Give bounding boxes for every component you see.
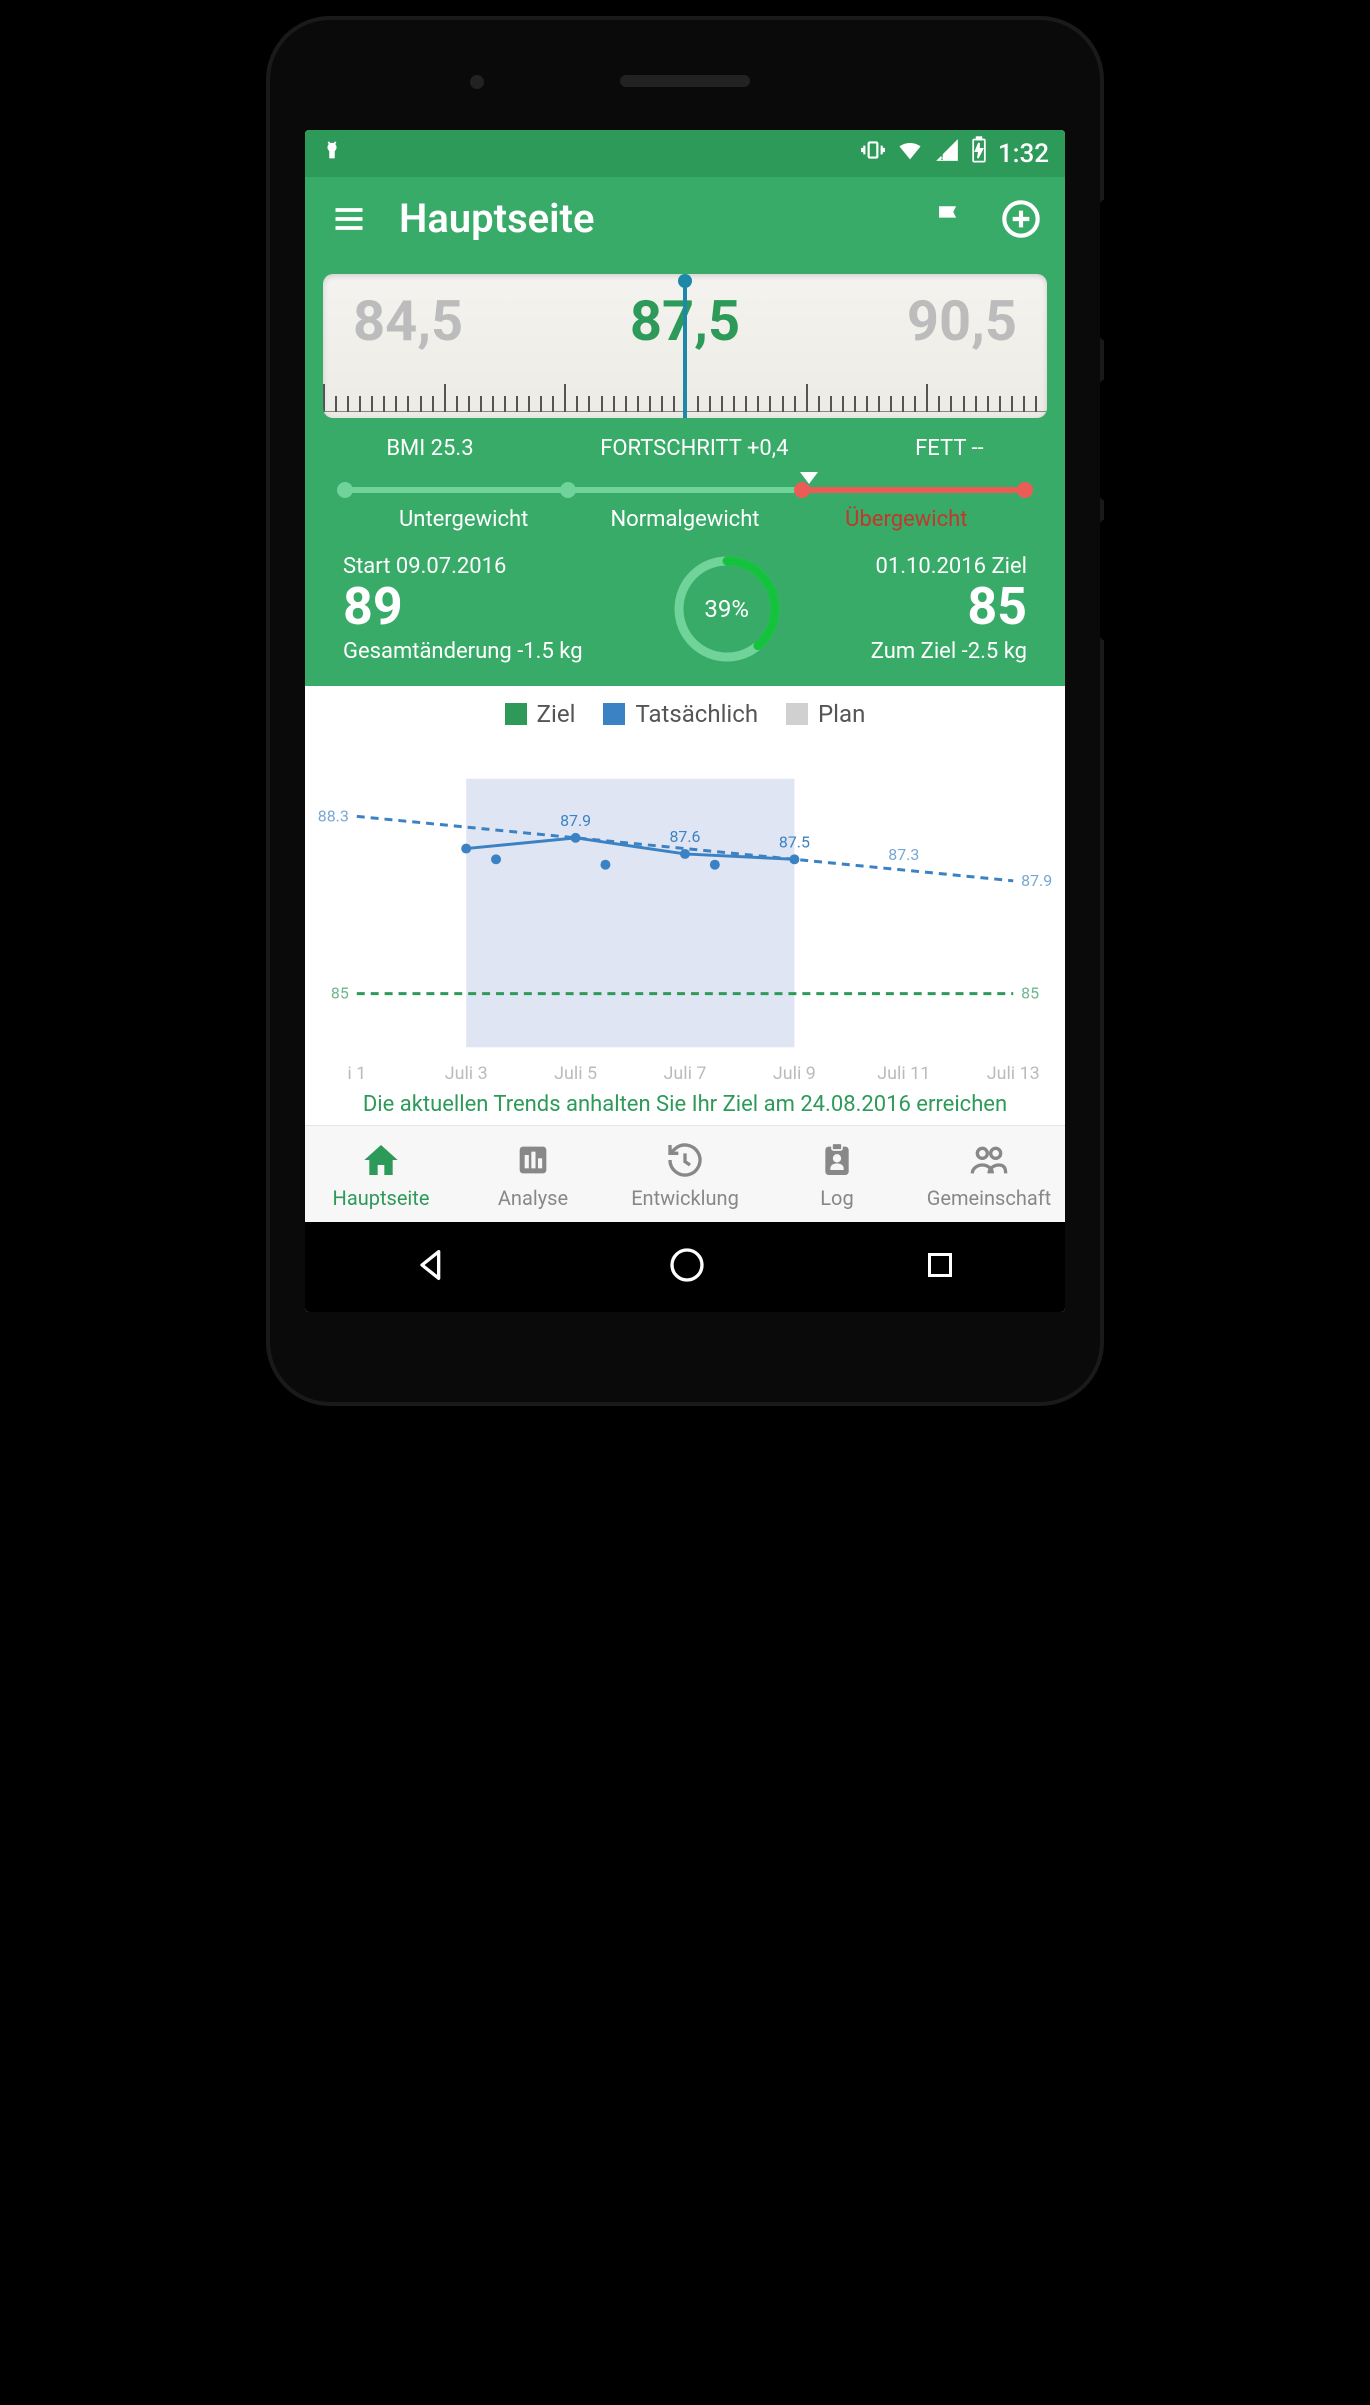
front-camera (470, 75, 484, 89)
svg-text:87.9: 87.9 (1021, 871, 1052, 890)
menu-button[interactable] (327, 197, 371, 241)
status-bar: ! ! 1:32 (305, 130, 1065, 177)
goal-target-value: 85 (871, 581, 1027, 633)
bmi-underweight: Untergewicht (353, 507, 574, 532)
app-bar: Hauptseite (305, 177, 1065, 260)
legend-plan: Plan (786, 700, 865, 728)
svg-text:87.6: 87.6 (669, 827, 700, 846)
svg-text:87.3: 87.3 (888, 845, 919, 864)
tab-log[interactable]: Log (761, 1126, 913, 1222)
bmi-labels: Untergewicht Normalgewicht Übergewicht (323, 503, 1047, 544)
dial-low: 84,5 (353, 288, 463, 354)
tab-analyse[interactable]: Analyse (457, 1126, 609, 1222)
signal-icon: ! (934, 137, 960, 170)
svg-text:!: ! (916, 150, 919, 164)
svg-text:Juli 7: Juli 7 (664, 1063, 707, 1084)
power-button[interactable] (1100, 200, 1112, 340)
goal-start: Start 09.07.2016 89 Gesamtänderung -1.5 … (343, 554, 583, 664)
chart-legend: Ziel Tatsächlich Plan (317, 700, 1053, 728)
volume-up-button[interactable] (1100, 380, 1112, 500)
legend-actual: Tatsächlich (603, 700, 758, 728)
add-button[interactable] (999, 197, 1043, 241)
svg-text:87.5: 87.5 (779, 832, 810, 851)
svg-text:i 1: i 1 (347, 1063, 366, 1084)
bmi-range-bar (341, 477, 1029, 503)
trend-text: Die aktuellen Trends anhalten Sie Ihr Zi… (317, 1092, 1053, 1117)
android-icon (321, 139, 343, 169)
tab-community[interactable]: Gemeinschaft (913, 1126, 1065, 1222)
flag-button[interactable] (927, 197, 971, 241)
android-nav-bar (305, 1222, 1065, 1312)
legend-goal: Ziel (505, 700, 576, 728)
chart-section: Ziel Tatsächlich Plan i 1 Juli 3 Juli 5 Jul… (305, 686, 1065, 1125)
screen: ! ! 1:32 Hauptseite 84,5 (305, 130, 1065, 1312)
bmi-stat: BMI 25.3 (386, 436, 473, 461)
nav-recent-button[interactable] (922, 1247, 958, 1287)
svg-text:87.9: 87.9 (560, 811, 591, 830)
goal-summary: Start 09.07.2016 89 Gesamtänderung -1.5 … (323, 544, 1047, 686)
battery-charging-icon (970, 136, 988, 171)
svg-text:Juli 5: Juli 5 (554, 1063, 597, 1084)
stats-row: BMI 25.3 FORTSCHRITT +0,4 FETT -- (323, 418, 1047, 471)
svg-text:!: ! (940, 150, 943, 163)
svg-text:Juli 13: Juli 13 (987, 1063, 1040, 1084)
nav-back-button[interactable] (412, 1245, 452, 1289)
bmi-normal: Normalgewicht (574, 507, 795, 532)
goal-target: 01.10.2016 Ziel 85 Zum Ziel -2.5 kg (871, 554, 1027, 664)
page-title: Hauptseite (399, 195, 899, 242)
svg-text:85: 85 (1021, 984, 1039, 1003)
vibrate-icon (860, 137, 886, 170)
svg-text:85: 85 (331, 984, 349, 1003)
dial-needle (683, 280, 687, 418)
progress-percent: 39% (672, 554, 782, 664)
weight-dial-section: 84,5 87,5 90,5 BMI 25.3 FORTSCHRITT +0,4… (305, 260, 1065, 686)
bmi-marker (800, 469, 818, 488)
tab-history[interactable]: Entwicklung (609, 1126, 761, 1222)
weight-dial[interactable]: 84,5 87,5 90,5 (323, 274, 1047, 418)
goal-target-sub: Zum Ziel -2.5 kg (871, 639, 1027, 664)
speaker (620, 75, 750, 87)
svg-text:Juli 11: Juli 11 (877, 1063, 930, 1084)
bottom-tab-bar: Hauptseite Analyse Entwicklung Log Gemei… (305, 1125, 1065, 1222)
svg-text:88.3: 88.3 (318, 806, 349, 825)
status-time: 1:32 (998, 139, 1049, 169)
svg-text:Juli 3: Juli 3 (445, 1063, 488, 1084)
goal-start-value: 89 (343, 581, 583, 633)
dial-high: 90,5 (907, 288, 1017, 354)
progress-ring: 39% (672, 554, 782, 664)
tab-home[interactable]: Hauptseite (305, 1126, 457, 1222)
phone-frame: ! ! 1:32 Hauptseite 84,5 (270, 20, 1100, 1402)
weight-chart[interactable]: i 1 Juli 3 Juli 5 Juli 7 Juli 9 Juli 11 Juli 1… (317, 748, 1053, 1088)
progress-stat: FORTSCHRITT +0,4 (600, 436, 788, 461)
goal-start-sub: Gesamtänderung -1.5 kg (343, 639, 583, 664)
svg-text:Juli 9: Juli 9 (773, 1063, 816, 1084)
bmi-overweight: Übergewicht (796, 507, 1017, 532)
volume-down-button[interactable] (1100, 520, 1112, 640)
wifi-icon: ! (896, 136, 924, 171)
fat-stat: FETT -- (915, 436, 984, 461)
nav-home-button[interactable] (667, 1245, 707, 1289)
